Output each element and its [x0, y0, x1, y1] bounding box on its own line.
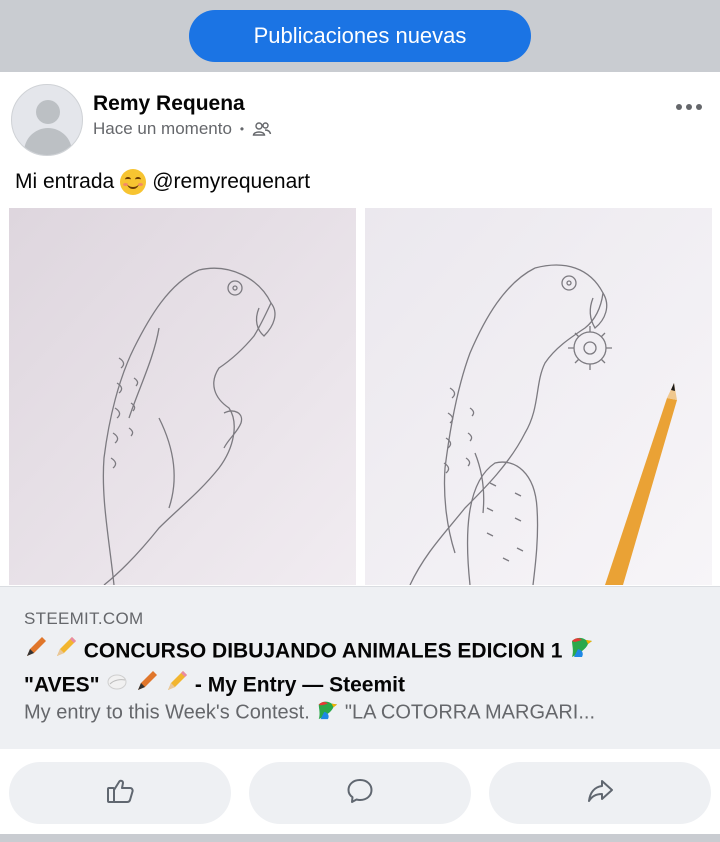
crayon-emoji-icon	[24, 635, 48, 669]
comment-icon	[345, 776, 375, 811]
smiling-face-emoji-icon	[120, 169, 147, 195]
post-actions	[0, 762, 720, 826]
avatar[interactable]	[11, 84, 83, 156]
more-options-icon[interactable]	[676, 100, 710, 114]
friends-icon[interactable]	[252, 121, 272, 137]
crayon-emoji-icon	[135, 669, 159, 703]
pencil-emoji-icon	[165, 669, 189, 703]
link-domain: STEEMIT.COM	[24, 609, 144, 628]
share-icon	[585, 776, 615, 811]
link-description-start: My entry to this Week's Contest.	[24, 701, 310, 724]
link-description-end: "LA COTORRA MARGARI...	[344, 701, 596, 724]
comment-button[interactable]	[249, 762, 471, 824]
post-meta: Hace un momento •	[93, 119, 272, 139]
post-image-right[interactable]	[365, 208, 712, 585]
parrot-sketch-2-drawing	[365, 208, 712, 585]
link-description: My entry to this Week's Contest. "LA COT…	[24, 699, 704, 727]
avatar-head-shape	[36, 100, 60, 124]
post-text: Mi entrada @remyrequenart	[15, 169, 310, 195]
link-preview[interactable]: STEEMIT.COM CONCURSO DIBUJANDO ANIMALES …	[0, 586, 720, 749]
parrot-sketch-1-drawing	[9, 208, 356, 585]
link-title-line2-end: - My Entry — Steemit	[194, 673, 405, 697]
post-card: Remy Requena Hace un momento • Mi entrad…	[0, 72, 720, 834]
post-image-left[interactable]	[9, 208, 356, 585]
post-author[interactable]: Remy Requena	[93, 92, 245, 116]
post-text-start: Mi entrada	[15, 170, 115, 193]
parrot-emoji-icon	[568, 635, 594, 669]
post-mention[interactable]: @remyrequenart	[152, 170, 310, 194]
new-posts-button[interactable]: Publicaciones nuevas	[189, 10, 531, 62]
link-title[interactable]: CONCURSO DIBUJANDO ANIMALES EDICION 1 "A…	[24, 635, 694, 703]
post-time[interactable]: Hace un momento	[93, 119, 232, 139]
top-bar: Publicaciones nuevas	[0, 0, 720, 72]
link-title-line2-start: "AVES"	[24, 673, 100, 697]
share-button[interactable]	[489, 762, 711, 824]
separator-dot: •	[239, 122, 245, 136]
parrot-emoji-icon	[315, 699, 339, 727]
feed-separator	[0, 834, 720, 842]
like-button[interactable]	[9, 762, 231, 824]
thumbs-up-icon	[105, 776, 135, 811]
feather-emoji-icon	[105, 669, 129, 703]
link-title-line1: CONCURSO DIBUJANDO ANIMALES EDICION 1	[83, 639, 563, 663]
avatar-body-shape	[24, 128, 72, 155]
pencil-emoji-icon	[54, 635, 78, 669]
